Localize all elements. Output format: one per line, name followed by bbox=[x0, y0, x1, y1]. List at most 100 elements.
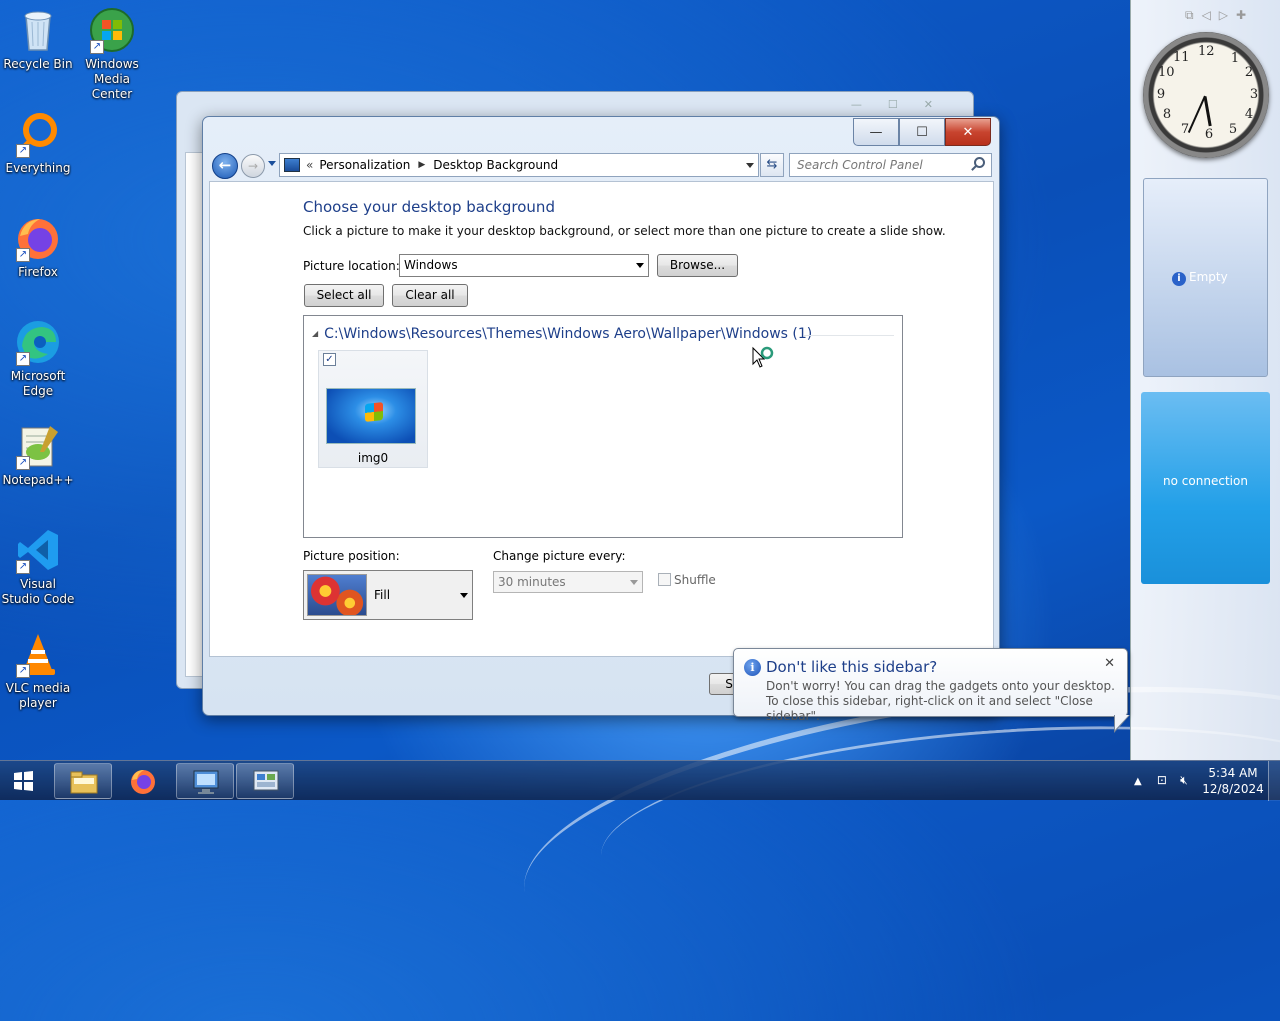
breadcrumb-overflow[interactable]: « bbox=[306, 158, 313, 172]
close-button[interactable]: ✕ bbox=[945, 118, 991, 146]
group-divider bbox=[804, 335, 894, 336]
file-explorer-icon bbox=[70, 771, 98, 794]
firefox-icon: ↗ bbox=[14, 214, 62, 262]
show-hidden-icons-icon[interactable]: ▲ bbox=[1134, 776, 1142, 787]
taskbar-clock[interactable]: 5:34 AM 12/8/2024 bbox=[1200, 765, 1266, 797]
wallpaper-thumbnail[interactable]: ✓ img0 bbox=[318, 350, 428, 468]
taskbar-remote-desktop[interactable] bbox=[176, 763, 234, 799]
empty-gadget[interactable]: i Empty bbox=[1143, 178, 1268, 377]
weather-gadget[interactable]: no connection bbox=[1141, 392, 1270, 584]
address-bar[interactable]: « Personalization ▶ Desktop Background bbox=[279, 153, 759, 177]
windows-logo-icon bbox=[14, 771, 33, 791]
refresh-button[interactable]: ⇆ bbox=[760, 153, 784, 177]
busy-cursor-icon bbox=[752, 346, 774, 368]
breadcrumb-personalization[interactable]: Personalization bbox=[319, 158, 410, 172]
search-placeholder: Search Control Panel bbox=[797, 158, 923, 172]
gadget-sidebar[interactable]: ⧉◁▷✚ 12 1 2 3 4 5 6 7 8 9 10 11 i Empty n… bbox=[1130, 0, 1280, 760]
taskbar-control-panel[interactable] bbox=[236, 763, 294, 799]
sidebar-tip-balloon[interactable]: i Don't like this sidebar? Don't worry! … bbox=[733, 648, 1130, 733]
change-picture-value: 30 minutes bbox=[498, 575, 566, 589]
desktop-icon-edge[interactable]: ↗ Microsoft Edge bbox=[0, 318, 76, 399]
shortcut-arrow-icon: ↗ bbox=[16, 248, 30, 262]
search-icon[interactable] bbox=[974, 157, 985, 168]
chevron-down-icon bbox=[630, 580, 638, 585]
clock-time: 5:34 AM bbox=[1208, 766, 1258, 780]
vlc-icon: ↗ bbox=[14, 630, 62, 678]
clock-numeral: 2 bbox=[1244, 65, 1254, 80]
desktop-icon-label: Microsoft Edge bbox=[10, 369, 66, 398]
shortcut-arrow-icon: ↗ bbox=[16, 560, 30, 574]
wallpaper-gallery[interactable]: ◢ C:\Windows\Resources\Themes\Windows Aer… bbox=[303, 315, 903, 538]
checkbox-box[interactable] bbox=[658, 573, 671, 586]
collapse-triangle-icon[interactable]: ◢ bbox=[312, 329, 318, 338]
select-all-button[interactable]: Select all bbox=[304, 284, 384, 307]
shortcut-arrow-icon: ↗ bbox=[16, 456, 30, 470]
info-icon: i bbox=[744, 659, 761, 676]
wallpaper-checkbox[interactable]: ✓ bbox=[323, 353, 336, 366]
maximize-button[interactable]: ☐ bbox=[899, 118, 945, 146]
clock-date: 12/8/2024 bbox=[1202, 782, 1264, 796]
picture-location-value: Windows bbox=[404, 258, 458, 272]
desktop-icon-everything[interactable]: ↗ Everything bbox=[0, 110, 76, 176]
clock-gadget[interactable]: 12 1 2 3 4 5 6 7 8 9 10 11 bbox=[1143, 32, 1269, 158]
taskbar-firefox[interactable] bbox=[114, 763, 172, 799]
firefox-icon bbox=[131, 770, 155, 794]
gallery-group-header[interactable]: ◢ C:\Windows\Resources\Themes\Windows Aer… bbox=[312, 326, 812, 342]
taskbar-file-explorer[interactable] bbox=[54, 763, 112, 799]
browse-button[interactable]: Browse... bbox=[657, 254, 738, 277]
breadcrumb-separator-icon[interactable]: ▶ bbox=[418, 160, 425, 170]
clock-numeral: 12 bbox=[1198, 44, 1215, 59]
shuffle-checkbox[interactable]: Shuffle bbox=[658, 573, 716, 587]
desktop-icon-notepadpp[interactable]: ↗ Notepad++ bbox=[0, 422, 76, 488]
recent-pages-dropdown[interactable] bbox=[268, 161, 276, 166]
breadcrumb-desktop-background[interactable]: Desktop Background bbox=[433, 158, 558, 172]
desktop-icon-firefox[interactable]: ↗ Firefox bbox=[0, 214, 76, 280]
clock-numeral: 1 bbox=[1230, 51, 1240, 66]
page-title: Choose your desktop background bbox=[303, 198, 555, 216]
desktop-icon-label: Notepad++ bbox=[2, 473, 74, 487]
shortcut-arrow-icon: ↗ bbox=[16, 144, 30, 158]
picture-location-label: Picture location: bbox=[303, 259, 400, 273]
system-tray[interactable]: ▲ ⊡ 🔇︎ bbox=[1134, 773, 1188, 788]
gadget-status: no connection bbox=[1163, 474, 1248, 488]
clear-all-button[interactable]: Clear all bbox=[392, 284, 468, 307]
recycle-bin-icon bbox=[14, 6, 62, 54]
picture-location-select[interactable]: Windows bbox=[399, 254, 649, 277]
volume-muted-icon[interactable]: 🔇︎ bbox=[1180, 773, 1188, 787]
media-center-icon: ↗ bbox=[88, 6, 136, 54]
empty-text: Empty bbox=[1189, 270, 1228, 284]
control-panel-icon bbox=[284, 158, 300, 172]
change-picture-select[interactable]: 30 minutes bbox=[493, 571, 643, 593]
position-preview-image bbox=[307, 574, 367, 616]
desktop-background-window[interactable]: — ☐ ✕ ← → « Personalization ▶ Desktop Ba… bbox=[202, 116, 1000, 716]
address-dropdown-icon[interactable] bbox=[746, 163, 754, 168]
clock-numeral: 8 bbox=[1162, 107, 1172, 122]
clock-numeral: 5 bbox=[1228, 122, 1238, 137]
back-button[interactable]: ← bbox=[212, 153, 238, 179]
balloon-body: Don't worry! You can drag the gadgets on… bbox=[766, 679, 1115, 723]
notepadpp-icon: ↗ bbox=[14, 422, 62, 470]
desktop-icon-vscode[interactable]: ↗ Visual Studio Code bbox=[0, 526, 76, 607]
close-icon[interactable]: ✕ bbox=[1104, 656, 1115, 671]
sidebar-controls[interactable]: ⧉◁▷✚ bbox=[1185, 8, 1254, 23]
info-icon: i bbox=[1172, 272, 1186, 286]
clock-numeral: 4 bbox=[1244, 107, 1254, 122]
balloon-tail-fill bbox=[1115, 715, 1129, 730]
network-icon[interactable]: ⊡ bbox=[1157, 773, 1167, 787]
taskbar: ▲ ⊡ 🔇︎ 5:34 AM 12/8/2024 bbox=[0, 760, 1280, 801]
picture-position-select[interactable]: Fill bbox=[303, 570, 473, 620]
minimize-button[interactable]: — bbox=[853, 118, 899, 146]
start-button[interactable] bbox=[4, 764, 42, 798]
search-input[interactable]: Search Control Panel bbox=[789, 153, 992, 177]
change-picture-label: Change picture every: bbox=[493, 549, 626, 563]
desktop-icon-vlc[interactable]: ↗ VLC media player bbox=[0, 630, 76, 711]
edge-icon: ↗ bbox=[14, 318, 62, 366]
forward-button[interactable]: → bbox=[241, 154, 265, 178]
desktop-icon-label: Firefox bbox=[18, 265, 58, 279]
desktop-icon-recycle-bin[interactable]: Recycle Bin bbox=[0, 6, 76, 72]
vscode-icon: ↗ bbox=[14, 526, 62, 574]
wallpaper-name: img0 bbox=[357, 451, 389, 465]
clock-numeral: 10 bbox=[1158, 65, 1175, 80]
desktop-icon-media-center[interactable]: ↗ Windows Media Center bbox=[74, 6, 150, 102]
show-desktop-button[interactable] bbox=[1268, 761, 1280, 801]
